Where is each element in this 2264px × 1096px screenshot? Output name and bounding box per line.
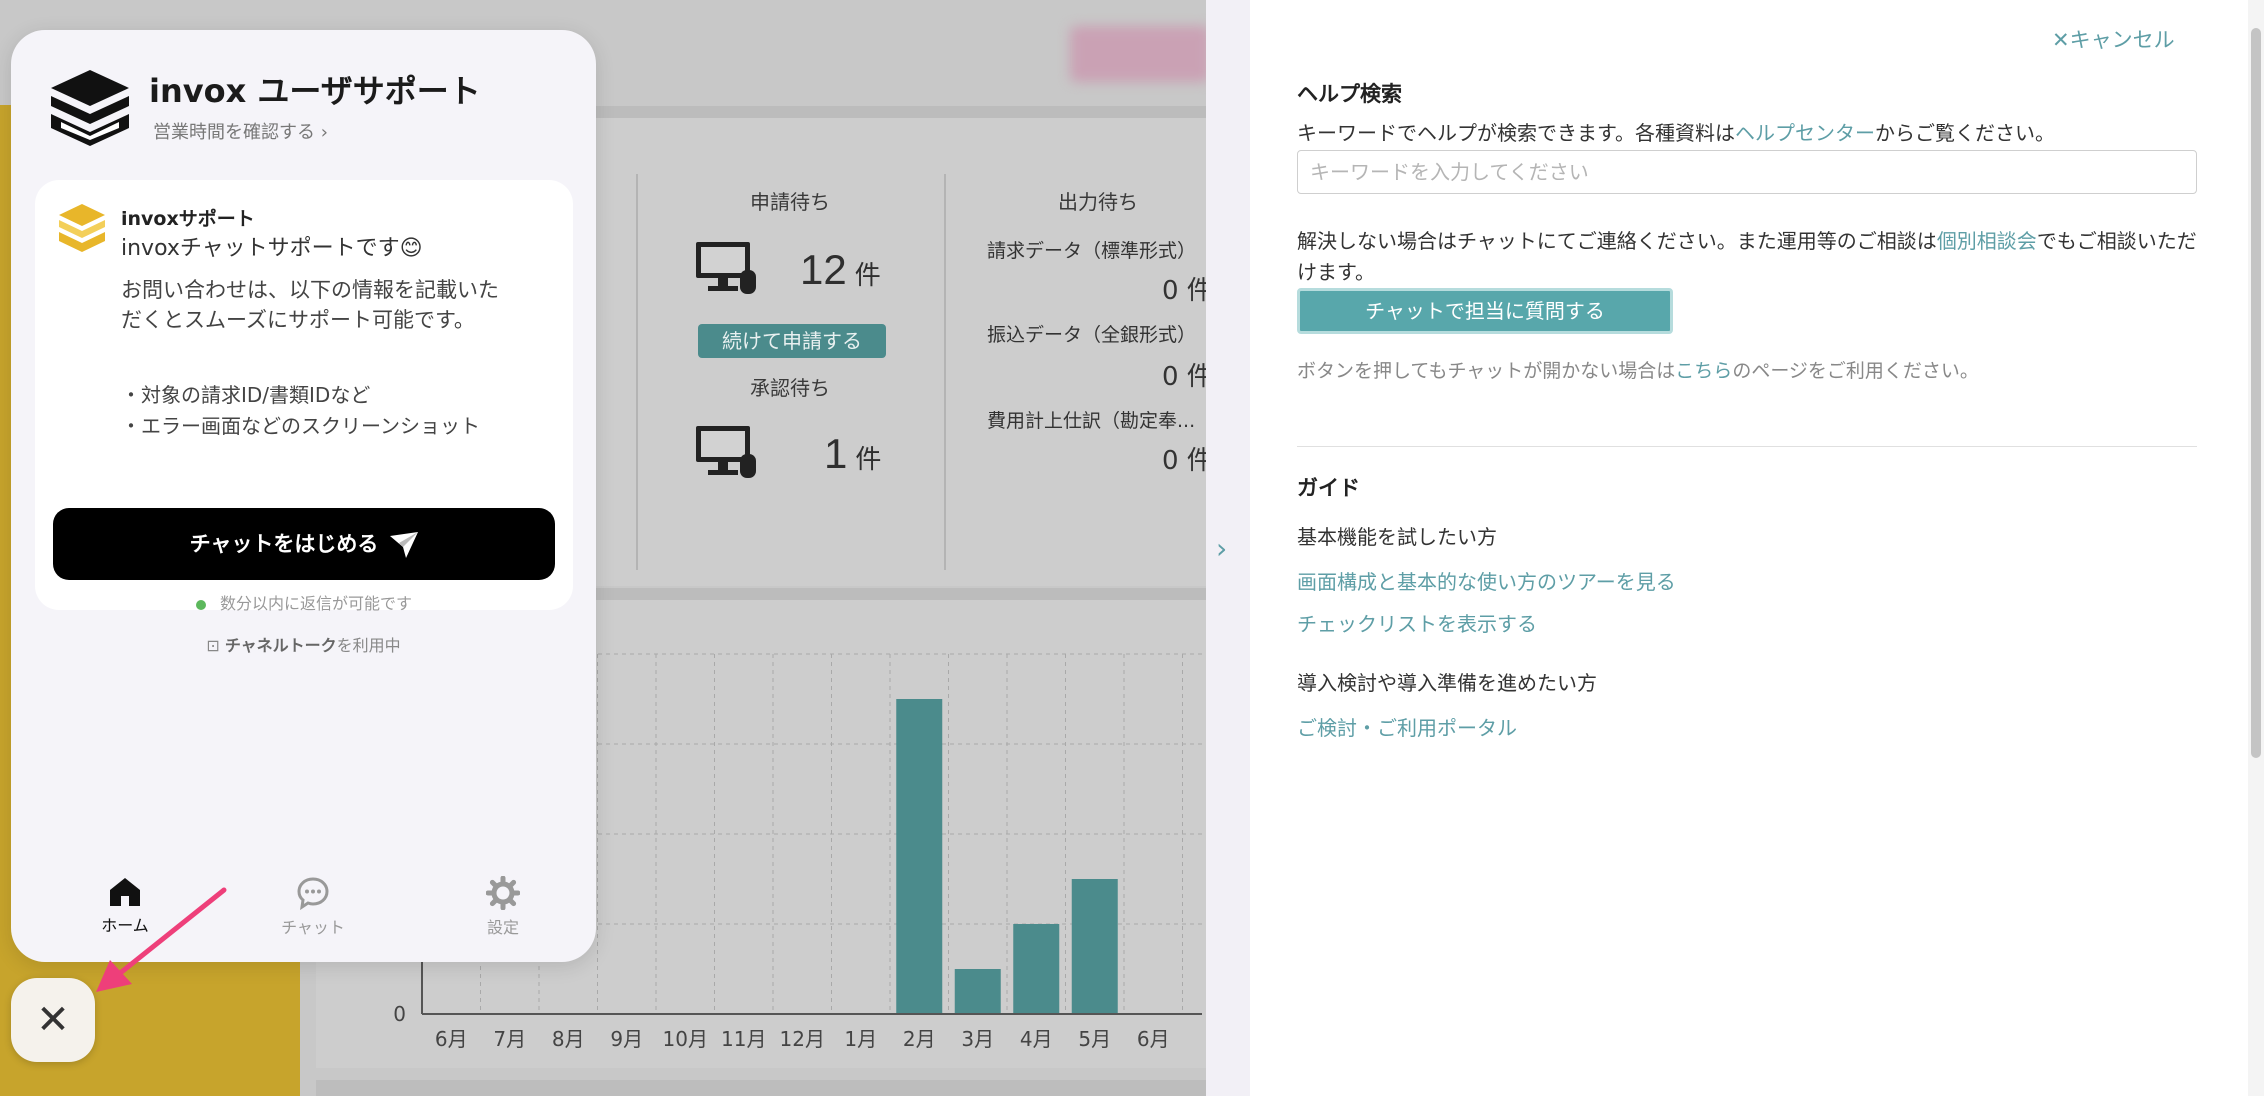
next-card-edge — [316, 1080, 1206, 1096]
send-icon — [390, 532, 419, 558]
x-tick-label: 1月 — [844, 1027, 877, 1051]
help-search-heading: ヘルプ検索 — [1297, 82, 1402, 106]
chevron-right-icon[interactable]: › — [1216, 532, 1227, 565]
close-icon: ✕ — [2052, 28, 2070, 52]
nav-chat-label: チャット — [281, 918, 345, 937]
stats-separator — [944, 174, 946, 570]
channeltalk-icon: ⊡ — [206, 636, 220, 655]
x-tick-label: 6月 — [435, 1027, 468, 1051]
apply-waiting-title: 申請待ち — [750, 190, 830, 214]
help-search-description: キーワードでヘルプが検索できます。各種資料はヘルプセンターからご覧ください。 — [1297, 121, 2055, 145]
cancel-label: キャンセル — [2069, 28, 2175, 52]
bullet-item: ・対象の請求ID/書類IDなど — [121, 383, 371, 407]
powered-by[interactable]: ⊡ チャネルトークを利用中 — [11, 632, 596, 656]
section-divider — [1297, 446, 2197, 447]
continue-apply-button[interactable]: 続けて申請する — [698, 324, 886, 358]
guide-heading: ガイド — [1297, 476, 1360, 500]
help-search-input[interactable] — [1297, 150, 2197, 194]
tour-link[interactable]: 画面構成と基本的な使い方のツアーを見る — [1297, 566, 1676, 595]
monitor-icon — [696, 426, 756, 478]
cancel-button[interactable]: ✕キャンセル — [2052, 24, 2175, 54]
stats-separator — [636, 174, 638, 570]
nav-settings-label: 設定 — [486, 918, 519, 937]
ask-chat-button[interactable]: チャットで担当に質問する — [1297, 288, 1673, 334]
invox-logo-icon — [51, 70, 129, 146]
chart-bar — [1071, 879, 1118, 1014]
guide-intro-title: 導入検討や導入準備を進めたい方 — [1297, 671, 1597, 695]
scrollbar-thumb[interactable] — [2251, 28, 2261, 758]
output-item-value: 0 件 — [1162, 276, 1206, 306]
chat-widget: invox ユーザサポート 営業時間を確認する › invoxサポート invo… — [11, 30, 596, 962]
output-item-value: 0 件 — [1162, 446, 1206, 476]
support-message: お問い合わせは、以下の情報を記載いただくとスムーズにサポート可能です。 — [121, 278, 499, 332]
annotation-arrow-icon — [96, 887, 227, 992]
x-tick-label: 3月 — [961, 1027, 994, 1051]
chart-bar — [896, 699, 943, 1014]
x-tick-label: 11月 — [721, 1027, 766, 1051]
chevron-right-icon: › — [320, 122, 328, 143]
x-tick-label: 5月 — [1078, 1027, 1111, 1051]
agent-avatar-icon — [59, 204, 105, 252]
chat-fallback-note: ボタンを押してもチャットが開かない場合はこちらのページをご利用ください。 — [1297, 360, 1979, 382]
approval-waiting-count: 1件 — [824, 430, 882, 477]
help-center-link[interactable]: ヘルプセンター — [1735, 121, 1875, 145]
help-panel: › ✕キャンセル ヘルプ検索 キーワードでヘルプが検索できます。各種資料はヘルプ… — [1206, 0, 2264, 1096]
output-waiting-title: 出力待ち — [1058, 190, 1138, 214]
start-chat-button[interactable]: チャットをはじめる — [53, 508, 555, 580]
guide-basic-title: 基本機能を試したい方 — [1297, 525, 1497, 549]
widget-title: invox ユーザサポート — [149, 72, 481, 110]
nav-settings[interactable]: 設定 — [443, 872, 563, 938]
x-tick-label: 9月 — [610, 1027, 643, 1051]
chart-bar — [1013, 924, 1060, 1014]
chat-bubble-icon — [297, 877, 329, 910]
consultation-link[interactable]: 個別相談会 — [1937, 229, 2037, 253]
fallback-page-link[interactable]: こちら — [1675, 360, 1732, 382]
monitor-icon — [696, 242, 756, 294]
x-tick-label: 4月 — [1020, 1027, 1053, 1051]
x-tick-label: 6月 — [1137, 1027, 1170, 1051]
scrollbar[interactable] — [2248, 0, 2264, 1096]
x-tick-label: 8月 — [552, 1027, 585, 1051]
online-dot-icon — [195, 599, 206, 610]
close-widget-button[interactable]: ✕ — [11, 978, 95, 1062]
x-tick-label: 10月 — [663, 1027, 708, 1051]
x-tick-label: 2月 — [903, 1027, 936, 1051]
x-tick-label: 7月 — [493, 1027, 526, 1051]
output-item-label: 費用計上仕訳（勘定奉... — [987, 410, 1196, 432]
approval-waiting-title: 承認待ち — [750, 376, 830, 400]
x-tick-label: 12月 — [780, 1027, 825, 1051]
nav-chat[interactable]: チャット — [253, 872, 373, 938]
portal-link[interactable]: ご検討・ご利用ポータル — [1297, 712, 1517, 741]
header-button-blurred — [1070, 26, 1206, 82]
business-hours-link[interactable]: 営業時間を確認する › — [153, 118, 328, 144]
output-item-label: 振込データ（全銀形式） — [987, 324, 1197, 346]
gear-icon — [486, 876, 520, 910]
agent-name: invoxサポート — [121, 208, 255, 230]
checklist-link[interactable]: チェックリストを表示する — [1297, 608, 1537, 637]
greeting-text: invoxチャットサポートです😊 — [121, 236, 423, 261]
welcome-card: invoxサポート invoxチャットサポートです😊 お問い合わせは、以下の情報… — [35, 180, 573, 613]
bullet-item: ・エラー画面などのスクリーンショット — [121, 414, 480, 438]
apply-waiting-count: 12 件 — [800, 246, 881, 293]
output-item-label: 請求データ（標準形式） — [987, 240, 1197, 262]
close-icon: ✕ — [36, 997, 70, 1043]
panel-edge — [1206, 0, 1250, 1096]
reply-status: 数分以内に返信が可能です — [35, 590, 573, 614]
output-item-value: 0 件 — [1162, 362, 1206, 392]
unresolved-description: 解決しない場合はチャットにてご連絡ください。また運用等のご相談は個別相談会でもご… — [1297, 229, 2197, 284]
y-tick-label: 0 — [393, 1002, 406, 1026]
support-bullets: ・対象の請求ID/書類IDなど ・エラー画面などのスクリーンショット — [121, 380, 501, 442]
chart-bar — [954, 969, 1001, 1014]
